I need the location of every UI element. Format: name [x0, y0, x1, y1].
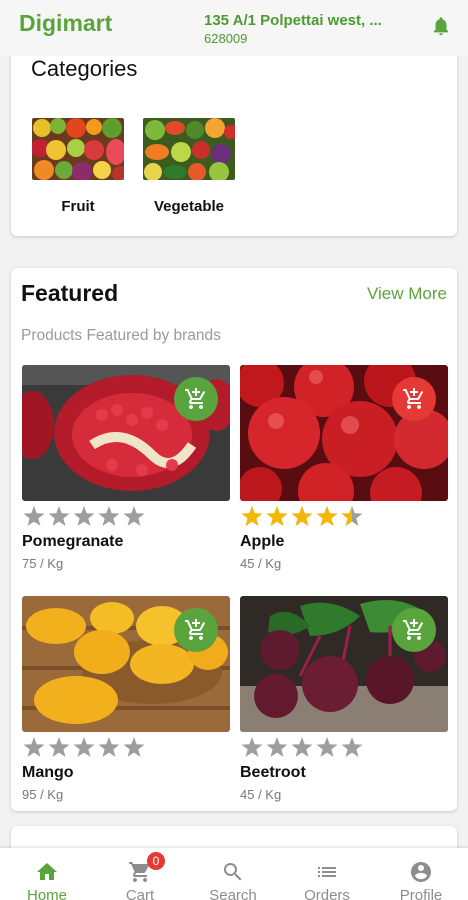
nav-label: Profile [399, 887, 443, 900]
star-icon [316, 737, 338, 757]
star-icon [291, 737, 313, 757]
star-icon [73, 737, 95, 757]
product-card-pomegranate[interactable]: Pomegranate 75 / Kg [22, 365, 230, 571]
rating-stars [241, 737, 363, 757]
add-cart-icon [185, 388, 206, 409]
product-card-beetroot[interactable]: Beetroot 45 / Kg [240, 596, 448, 802]
product-name: Mango [22, 764, 74, 781]
add-cart-icon [403, 619, 424, 640]
nav-home[interactable]: Home [12, 860, 82, 900]
star-icon [266, 737, 288, 757]
add-cart-icon [185, 619, 206, 640]
product-card-apple[interactable]: Apple 45 / Kg [240, 365, 448, 571]
nav-orders[interactable]: Orders [292, 860, 362, 900]
nav-label: Orders [304, 887, 350, 900]
product-name: Apple [240, 533, 285, 550]
nav-label: Search [209, 887, 257, 900]
star-icon [123, 506, 145, 526]
nav-label: Home [26, 887, 67, 900]
bell-icon[interactable] [430, 14, 452, 38]
add-cart-icon [403, 388, 424, 409]
bottom-navigation: Home 0 Cart Search Orders Profile [0, 848, 468, 900]
star-icon [98, 506, 120, 526]
cart-badge: 0 [147, 852, 165, 870]
vegetable-image [143, 118, 235, 180]
list-icon [318, 867, 336, 877]
nav-search[interactable]: Search [198, 860, 268, 900]
product-price: 95 / Kg [22, 787, 64, 802]
featured-title: Featured [21, 280, 119, 306]
rating-stars [241, 506, 363, 526]
nav-cart[interactable]: 0 Cart [105, 852, 175, 900]
rating-stars [23, 737, 145, 757]
star-filled-icon [241, 506, 263, 526]
star-icon [48, 506, 70, 526]
featured-card: Featured View More Products Featured by … [11, 268, 457, 811]
category-fruit[interactable]: Fruit [32, 118, 124, 215]
categories-title: Categories [31, 56, 138, 81]
product-card-mango[interactable]: Mango 95 / Kg [22, 596, 230, 802]
add-to-cart-button[interactable] [174, 608, 218, 652]
star-filled-icon [316, 506, 338, 526]
category-vegetable[interactable]: Vegetable [143, 118, 235, 215]
add-to-cart-button[interactable] [174, 377, 218, 421]
home-icon [37, 863, 57, 880]
rating-stars [23, 506, 145, 526]
address-pincode: 628009 [204, 31, 248, 46]
product-price: 75 / Kg [22, 556, 64, 571]
star-icon [123, 737, 145, 757]
star-filled-icon [266, 506, 288, 526]
star-icon [73, 506, 95, 526]
category-label: Vegetable [153, 198, 225, 215]
brand-title: Digimart [19, 10, 113, 36]
delivery-address[interactable]: 135 A/1 Polpettai west, ... 628009 [204, 12, 414, 46]
product-name: Pomegranate [22, 533, 124, 550]
star-icon [48, 737, 70, 757]
nav-profile[interactable]: Profile [386, 860, 456, 900]
star-icon [341, 737, 363, 757]
star-icon [98, 737, 120, 757]
category-label: Fruit [61, 198, 95, 215]
fruit-image [32, 118, 124, 180]
product-price: 45 / Kg [240, 787, 282, 802]
categories-card: Categories Fruit Vegetable [11, 44, 457, 236]
view-more-link[interactable]: View More [367, 284, 447, 304]
product-name: Beetroot [240, 764, 306, 781]
nav-label: Cart [125, 887, 155, 900]
star-icon [23, 506, 45, 526]
star-filled-icon [291, 506, 313, 526]
app-bar: Digimart 135 A/1 Polpettai west, ... 628… [0, 0, 468, 56]
address-line1: 135 A/1 Polpettai west, ... [204, 12, 382, 29]
profile-icon [411, 862, 431, 882]
product-price: 45 / Kg [240, 556, 282, 571]
star-icon [23, 737, 45, 757]
star-icon [241, 737, 263, 757]
add-to-cart-button[interactable] [392, 608, 436, 652]
featured-subtitle: Products Featured by brands [21, 327, 221, 344]
add-to-cart-button[interactable] [392, 377, 436, 421]
search-icon [224, 863, 242, 881]
